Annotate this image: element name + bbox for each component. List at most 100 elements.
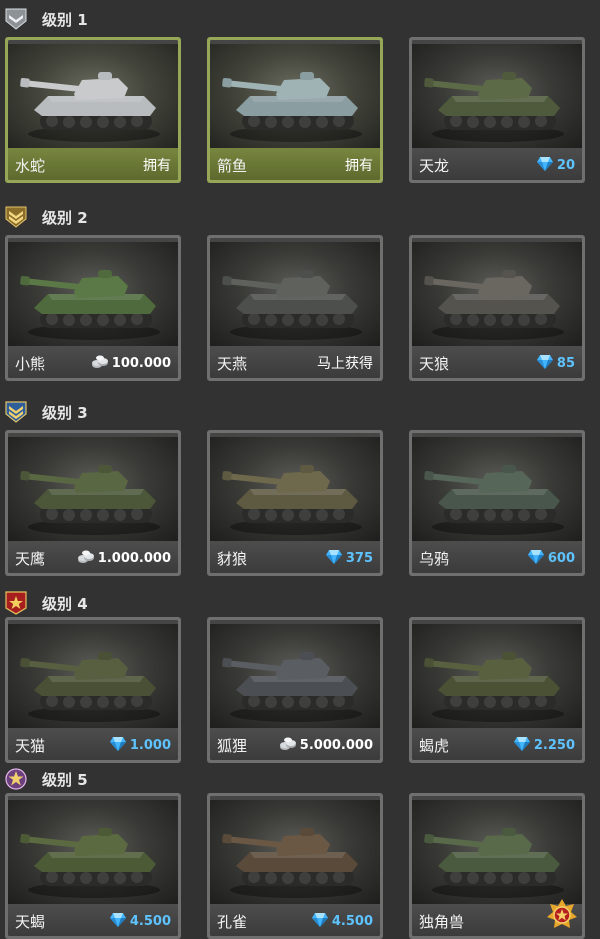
gem-icon <box>311 912 329 932</box>
price-label: 1.000.000 <box>77 549 171 569</box>
tank-name: 天龙 <box>419 157 450 175</box>
tank-icon <box>418 248 574 344</box>
tank-icon <box>216 806 372 902</box>
tank-name: 蝎虎 <box>419 737 450 755</box>
tank-card[interactable]: 豺狼 375 <box>207 430 383 576</box>
gold-chevron-icon <box>5 205 27 229</box>
card-footer: 箭鱼 拥有 <box>210 148 380 180</box>
price-label: 2.250 <box>513 736 575 756</box>
red-star-icon <box>5 591 27 615</box>
tank-image <box>412 40 582 148</box>
tank-card[interactable]: 天龙 20 <box>409 37 585 183</box>
gem-icon <box>536 156 554 176</box>
silver-chevron-icon <box>5 7 27 31</box>
tank-icon <box>418 443 574 539</box>
tier-header: 级别 3 <box>0 397 600 427</box>
purple-star-icon <box>5 767 27 791</box>
tank-icon <box>14 630 170 726</box>
tank-card[interactable]: 天鹰 1.000.000 <box>5 430 181 576</box>
tank-icon <box>216 630 372 726</box>
price-value: 拥有 <box>143 158 171 174</box>
tank-card[interactable]: 天猫 1.000 <box>5 617 181 763</box>
tank-icon <box>14 443 170 539</box>
card-footer: 天鹰 1.000.000 <box>8 541 178 573</box>
tank-image <box>412 796 582 904</box>
tank-image <box>8 238 178 346</box>
tank-name: 豺狼 <box>217 550 248 568</box>
card-footer: 天猫 1.000 <box>8 728 178 760</box>
tank-name: 狐狸 <box>217 737 248 755</box>
tank-card[interactable]: 蝎虎 2.250 <box>409 617 585 763</box>
tank-image <box>210 238 380 346</box>
price-value: 马上获得 <box>317 356 373 372</box>
silver-coins-icon <box>77 549 95 569</box>
price-value: 2.250 <box>533 738 575 753</box>
tank-name: 小熊 <box>15 355 46 373</box>
price-value: 20 <box>556 158 575 173</box>
tank-name: 天猫 <box>15 737 46 755</box>
tank-card[interactable]: 天狼 85 <box>409 235 585 381</box>
tank-icon <box>216 443 372 539</box>
tank-icon <box>418 630 574 726</box>
tank-card[interactable]: 独角兽 <box>409 793 585 939</box>
tank-image <box>412 620 582 728</box>
gem-icon <box>527 549 545 569</box>
tank-name: 天鹰 <box>15 550 46 568</box>
card-footer: 小熊 100.000 <box>8 346 178 378</box>
card-footer: 独角兽 <box>412 899 582 936</box>
tier-title: 级别 4 <box>42 595 88 613</box>
tank-card[interactable]: 狐狸 5.000.000 <box>207 617 383 763</box>
tank-name: 天蝎 <box>15 913 46 931</box>
tank-card[interactable]: 孔雀 4.500 <box>207 793 383 939</box>
price-label: 4.500 <box>311 912 373 932</box>
gem-icon <box>109 912 127 932</box>
tank-card[interactable]: 水蛇 拥有 <box>5 37 181 183</box>
gem-icon <box>536 354 554 374</box>
tank-icon <box>14 50 170 146</box>
tank-card[interactable]: 箭鱼 拥有 <box>207 37 383 183</box>
price-value: 1.000 <box>129 738 171 753</box>
price-value: 4.500 <box>331 914 373 929</box>
price-value: 85 <box>556 356 575 371</box>
tank-icon <box>216 248 372 344</box>
tank-name: 箭鱼 <box>217 157 248 175</box>
card-footer: 孔雀 4.500 <box>210 904 380 936</box>
owned-label: 拥有 <box>143 155 171 175</box>
tank-icon <box>14 248 170 344</box>
tank-icon <box>216 50 372 146</box>
card-footer: 豺狼 375 <box>210 541 380 573</box>
tank-image <box>8 40 178 148</box>
card-footer: 蝎虎 2.250 <box>412 728 582 760</box>
price-label: 1.000 <box>109 736 171 756</box>
card-footer: 天狼 85 <box>412 346 582 378</box>
tank-card[interactable]: 小熊 100.000 <box>5 235 181 381</box>
price-label: 5.000.000 <box>279 736 373 756</box>
tank-card[interactable]: 天蝎 4.500 <box>5 793 181 939</box>
tank-name: 天狼 <box>419 355 450 373</box>
card-footer: 狐狸 5.000.000 <box>210 728 380 760</box>
tier-header: 级别 4 <box>0 588 600 618</box>
tank-image <box>8 620 178 728</box>
tier-header: 级别 1 <box>0 4 600 34</box>
tank-icon <box>14 806 170 902</box>
tank-image <box>412 238 582 346</box>
tank-image <box>210 40 380 148</box>
blue-double-chevron-icon <box>5 400 27 424</box>
card-footer: 天龙 20 <box>412 148 582 180</box>
price-value: 100.000 <box>111 356 171 371</box>
card-footer: 乌鸦 600 <box>412 541 582 573</box>
tier-header: 级别 2 <box>0 202 600 232</box>
tank-card[interactable]: 天燕 马上获得 <box>207 235 383 381</box>
get-now-label: 马上获得 <box>317 353 373 373</box>
tank-image <box>210 620 380 728</box>
silver-coins-icon <box>91 354 109 374</box>
tank-name: 独角兽 <box>419 913 465 931</box>
card-footer: 水蛇 拥有 <box>8 148 178 180</box>
gem-icon <box>109 736 127 756</box>
price-value: 375 <box>345 551 373 566</box>
owned-label: 拥有 <box>345 155 373 175</box>
gem-icon <box>513 736 531 756</box>
tier-header: 级别 5 <box>0 764 600 794</box>
tank-name: 水蛇 <box>15 157 46 175</box>
tank-card[interactable]: 乌鸦 600 <box>409 430 585 576</box>
